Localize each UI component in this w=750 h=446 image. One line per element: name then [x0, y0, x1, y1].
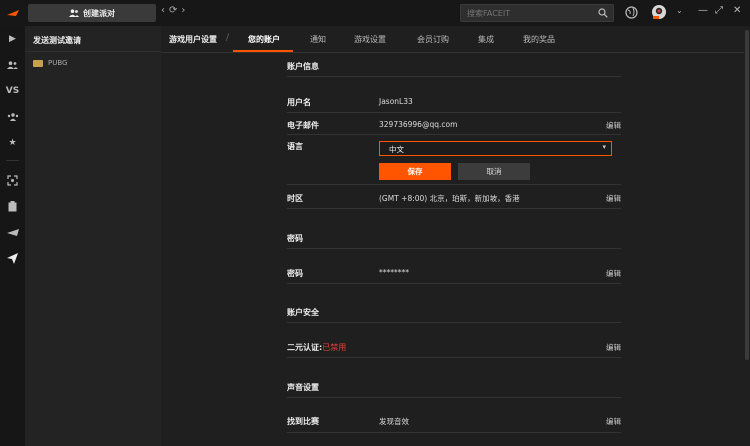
send-icon[interactable] — [6, 252, 19, 265]
tab-membership[interactable]: 会员订购 — [417, 34, 449, 45]
play-icon[interactable]: ▶ — [6, 32, 19, 45]
divider — [287, 357, 621, 358]
tab-your-account[interactable]: 您的账户 — [248, 34, 280, 45]
password-value: ******** — [379, 268, 409, 277]
divider — [287, 397, 621, 398]
divider — [287, 134, 621, 135]
tab-my-rewards[interactable]: 我的奖品 — [523, 34, 555, 45]
restore-icon[interactable]: ⤢ — [715, 5, 723, 16]
send-test-invite-link[interactable]: 发送测试邀请 — [33, 35, 81, 46]
tab-game-settings[interactable]: 游戏设置 — [354, 34, 386, 45]
language-selected-value: 中文 — [389, 145, 404, 154]
two-factor-status: 已禁用 — [322, 343, 347, 352]
language-label: 语言 — [287, 142, 303, 151]
language-select[interactable]: 中文 ▾ — [379, 141, 612, 156]
game-item-pubg[interactable]: PUBG — [33, 59, 67, 67]
faceit-logo-icon[interactable] — [4, 4, 22, 22]
divider — [287, 248, 621, 249]
edit-email-button[interactable]: 编辑 — [606, 120, 621, 131]
faceit-icon[interactable] — [6, 226, 19, 239]
vs-icon[interactable]: VS — [6, 84, 19, 97]
divider — [287, 112, 621, 113]
chevron-down-icon[interactable]: ⌄ — [676, 6, 683, 15]
edit-match-found-button[interactable]: 编辑 — [606, 416, 621, 427]
scrollbar-thumb[interactable] — [745, 30, 749, 360]
divider — [287, 76, 621, 77]
minimize-icon[interactable]: — — [698, 5, 708, 16]
divider — [287, 208, 621, 209]
sound-section-title: 声音设置 — [287, 383, 319, 392]
cancel-button[interactable]: 取消 — [458, 163, 530, 180]
account-info-title: 账户信息 — [287, 62, 319, 71]
search-box[interactable] — [460, 4, 614, 22]
pubg-icon — [33, 59, 43, 67]
teams-icon[interactable] — [6, 110, 19, 123]
edit-two-factor-button[interactable]: 编辑 — [606, 342, 621, 353]
username-value: JasonL33 — [379, 97, 413, 106]
panel-divider — [25, 51, 161, 52]
timezone-label: 时区 — [287, 194, 303, 203]
edit-timezone-button[interactable]: 编辑 — [606, 193, 621, 204]
left-icon-rail: ▶ VS ★ — [0, 26, 25, 446]
refresh-icon[interactable]: ⟳ — [169, 5, 177, 16]
divider — [287, 432, 621, 433]
main-content: 游戏用户设置 / 您的账户 通知 游戏设置 会员订购 集成 我的奖品 账户信息 … — [161, 26, 750, 446]
settings-tabs: 游戏用户设置 / 您的账户 通知 游戏设置 会员订购 集成 我的奖品 — [161, 26, 750, 53]
username-label: 用户名 — [287, 98, 311, 107]
match-found-value: 发现音效 — [379, 417, 409, 426]
secondary-panel: 发送测试邀请 PUBG — [25, 26, 161, 446]
tab-integrations[interactable]: 集成 — [478, 34, 494, 45]
search-input[interactable] — [465, 8, 589, 19]
security-section-title: 账户安全 — [287, 308, 319, 317]
top-bar: 创建派对 ‹ ⟳ › ⌄ — ⤢ ✕ — [0, 0, 750, 26]
game-label: PUBG — [48, 59, 68, 67]
clipboard-icon[interactable] — [6, 200, 19, 213]
friends-icon[interactable] — [6, 58, 19, 71]
divider — [287, 322, 621, 323]
edit-password-button[interactable]: 编辑 — [606, 268, 621, 279]
password-label: 密码 — [287, 269, 303, 278]
caret-down-icon: ▾ — [602, 143, 606, 151]
search-icon[interactable] — [598, 8, 608, 18]
create-party-label: 创建派对 — [83, 8, 115, 18]
rail-divider — [6, 160, 19, 161]
tab-game-user-settings[interactable]: 游戏用户设置 — [169, 34, 217, 45]
timezone-value: (GMT +8:00) 北京，珀斯，新加坡，香港 — [379, 194, 520, 203]
password-section-title: 密码 — [287, 234, 303, 243]
match-found-label: 找到比赛 — [287, 417, 319, 426]
breadcrumb-separator: / — [226, 33, 230, 43]
divider — [287, 283, 621, 284]
close-icon[interactable]: ✕ — [733, 5, 741, 16]
history-nav: ‹ ⟳ › — [161, 5, 185, 16]
tab-notifications[interactable]: 通知 — [310, 34, 326, 45]
back-arrow-icon[interactable]: ‹ — [161, 5, 165, 16]
avatar[interactable] — [651, 4, 667, 20]
create-party-button[interactable]: 创建派对 — [28, 4, 156, 22]
two-factor-label-text: 二元认证: — [287, 343, 323, 352]
save-button[interactable]: 保存 — [379, 163, 451, 180]
users-icon — [69, 9, 79, 17]
email-value: 329736996@qq.com — [379, 120, 458, 129]
email-label: 电子邮件 — [287, 121, 319, 130]
globe-icon[interactable] — [625, 6, 638, 19]
star-icon[interactable]: ★ — [6, 136, 19, 149]
scan-icon[interactable] — [6, 174, 19, 187]
forward-arrow-icon[interactable]: › — [181, 5, 185, 16]
two-factor-label: 二元认证:已禁用 — [287, 342, 346, 353]
divider — [287, 184, 621, 185]
scrollbar[interactable] — [744, 26, 750, 446]
active-tab-indicator — [233, 50, 293, 52]
